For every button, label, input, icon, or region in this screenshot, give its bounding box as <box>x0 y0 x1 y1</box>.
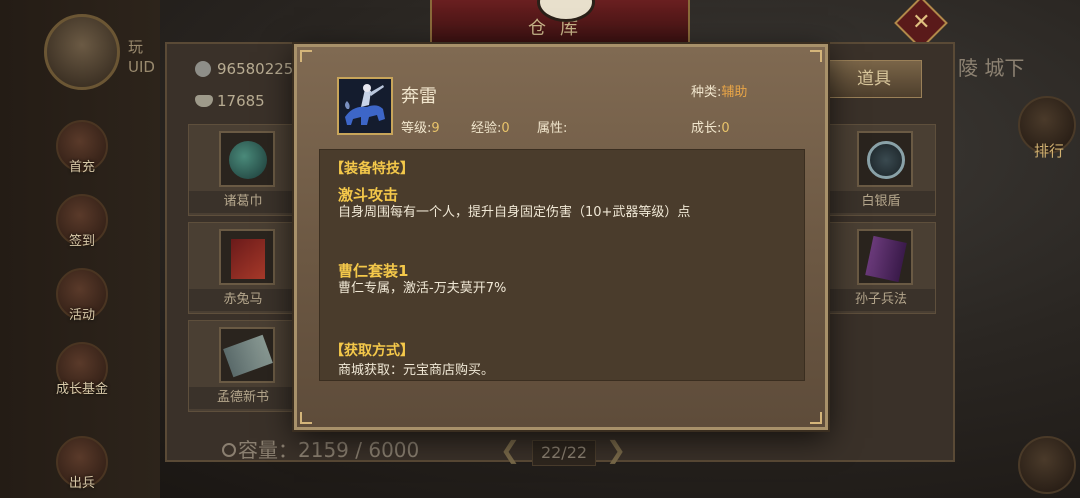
dispatch-label: 出兵 <box>68 476 95 491</box>
menu-button[interactable] <box>1018 436 1076 494</box>
player-uid: UID <box>128 58 155 76</box>
inventory-slot[interactable]: 赤兔马 <box>188 222 298 314</box>
ranking-label: 排行 <box>1034 142 1065 160</box>
coin-balance: 96580225 <box>195 60 293 78</box>
item-frame <box>219 327 275 383</box>
left-menu-rail: 玩 UID 首充 签到 活动 成长基金 出兵 <box>0 0 160 498</box>
corner-ornament <box>300 412 312 424</box>
equip-skill-heading: 【装备特技】 <box>330 161 414 177</box>
set-bonus-name: 曹仁套装1 <box>338 262 409 280</box>
player-avatar[interactable] <box>44 14 120 90</box>
source-heading: 【获取方式】 <box>330 343 414 359</box>
first-recharge-label: 首充 <box>68 160 95 175</box>
capacity-readout: 容量：2159 / 6000 <box>222 434 419 463</box>
tab-items[interactable]: 道具 <box>826 60 922 98</box>
page-indicator: 22/22 <box>532 440 596 466</box>
item-frame <box>219 229 275 285</box>
inventory-slot[interactable]: 诸葛巾 <box>188 124 298 216</box>
book-icon <box>223 334 273 378</box>
inventory-slot[interactable]: 孙子兵法 <box>826 222 936 314</box>
coin-icon <box>195 61 211 77</box>
item-name: 奔雷 <box>401 86 437 107</box>
item-label: 白银盾 <box>827 191 935 213</box>
set-bonus-description: 曹仁专属，激活-万夫莫开7% <box>338 281 507 296</box>
ingot-balance: 17685 <box>195 92 265 110</box>
item-icon <box>337 77 393 135</box>
item-detail-scroll[interactable]: 【装备特技】 激斗攻击 自身周围每有一个人，提升自身固定伤害（10+武器等级）点… <box>319 149 805 381</box>
horse-icon <box>231 239 265 279</box>
scroll-icon <box>865 235 907 283</box>
skill-name: 激斗攻击 <box>338 186 399 204</box>
item-growth: 成长:0 <box>691 121 730 136</box>
item-exp: 经验:0 <box>471 121 510 136</box>
item-attribute: 属性: <box>537 121 568 136</box>
item-frame <box>857 229 913 285</box>
source-description: 商城获取：元宝商店购买。 <box>338 363 495 378</box>
inventory-slot[interactable]: 白银盾 <box>826 124 936 216</box>
hat-icon <box>229 141 267 179</box>
item-frame <box>219 131 275 187</box>
skill-description: 自身周围每有一个人，提升自身固定伤害（10+武器等级）点 <box>338 205 691 220</box>
item-kind: 种类:辅助 <box>691 85 748 100</box>
item-label: 孟德新书 <box>189 387 297 409</box>
search-icon <box>222 443 236 457</box>
ingot-icon <box>195 95 213 107</box>
event-label: 活动 <box>68 308 95 323</box>
corner-ornament <box>810 50 822 62</box>
sign-in-label: 签到 <box>68 234 95 249</box>
player-name: 玩 <box>128 38 144 56</box>
inventory-slot[interactable]: 孟德新书 <box>188 320 298 412</box>
close-icon: ✕ <box>912 10 931 36</box>
corner-ornament <box>300 50 312 62</box>
horse-rider-icon <box>339 79 391 133</box>
top-right-text: 陵 城下 <box>958 56 1025 80</box>
item-frame <box>857 131 913 187</box>
game-screen: 玩 UID 首充 签到 活动 成长基金 出兵 仓库 ✕ 陵 城下 9658022… <box>0 0 1080 498</box>
item-level: 等级:9 <box>401 121 440 136</box>
item-detail-dialog: 奔雷 种类:辅助 等级:9 经验:0 属性: 成长:0 【装备特技】 激斗攻击 … <box>294 44 828 430</box>
corner-ornament <box>810 412 822 424</box>
growth-fund-label: 成长基金 <box>55 382 108 397</box>
item-label: 孙子兵法 <box>827 289 935 311</box>
next-page-arrow-icon[interactable]: ❯ <box>606 436 626 464</box>
item-label: 赤兔马 <box>189 289 297 311</box>
item-label: 诸葛巾 <box>189 191 297 213</box>
prev-page-arrow-icon[interactable]: ❮ <box>500 436 520 464</box>
shield-icon <box>867 141 905 179</box>
